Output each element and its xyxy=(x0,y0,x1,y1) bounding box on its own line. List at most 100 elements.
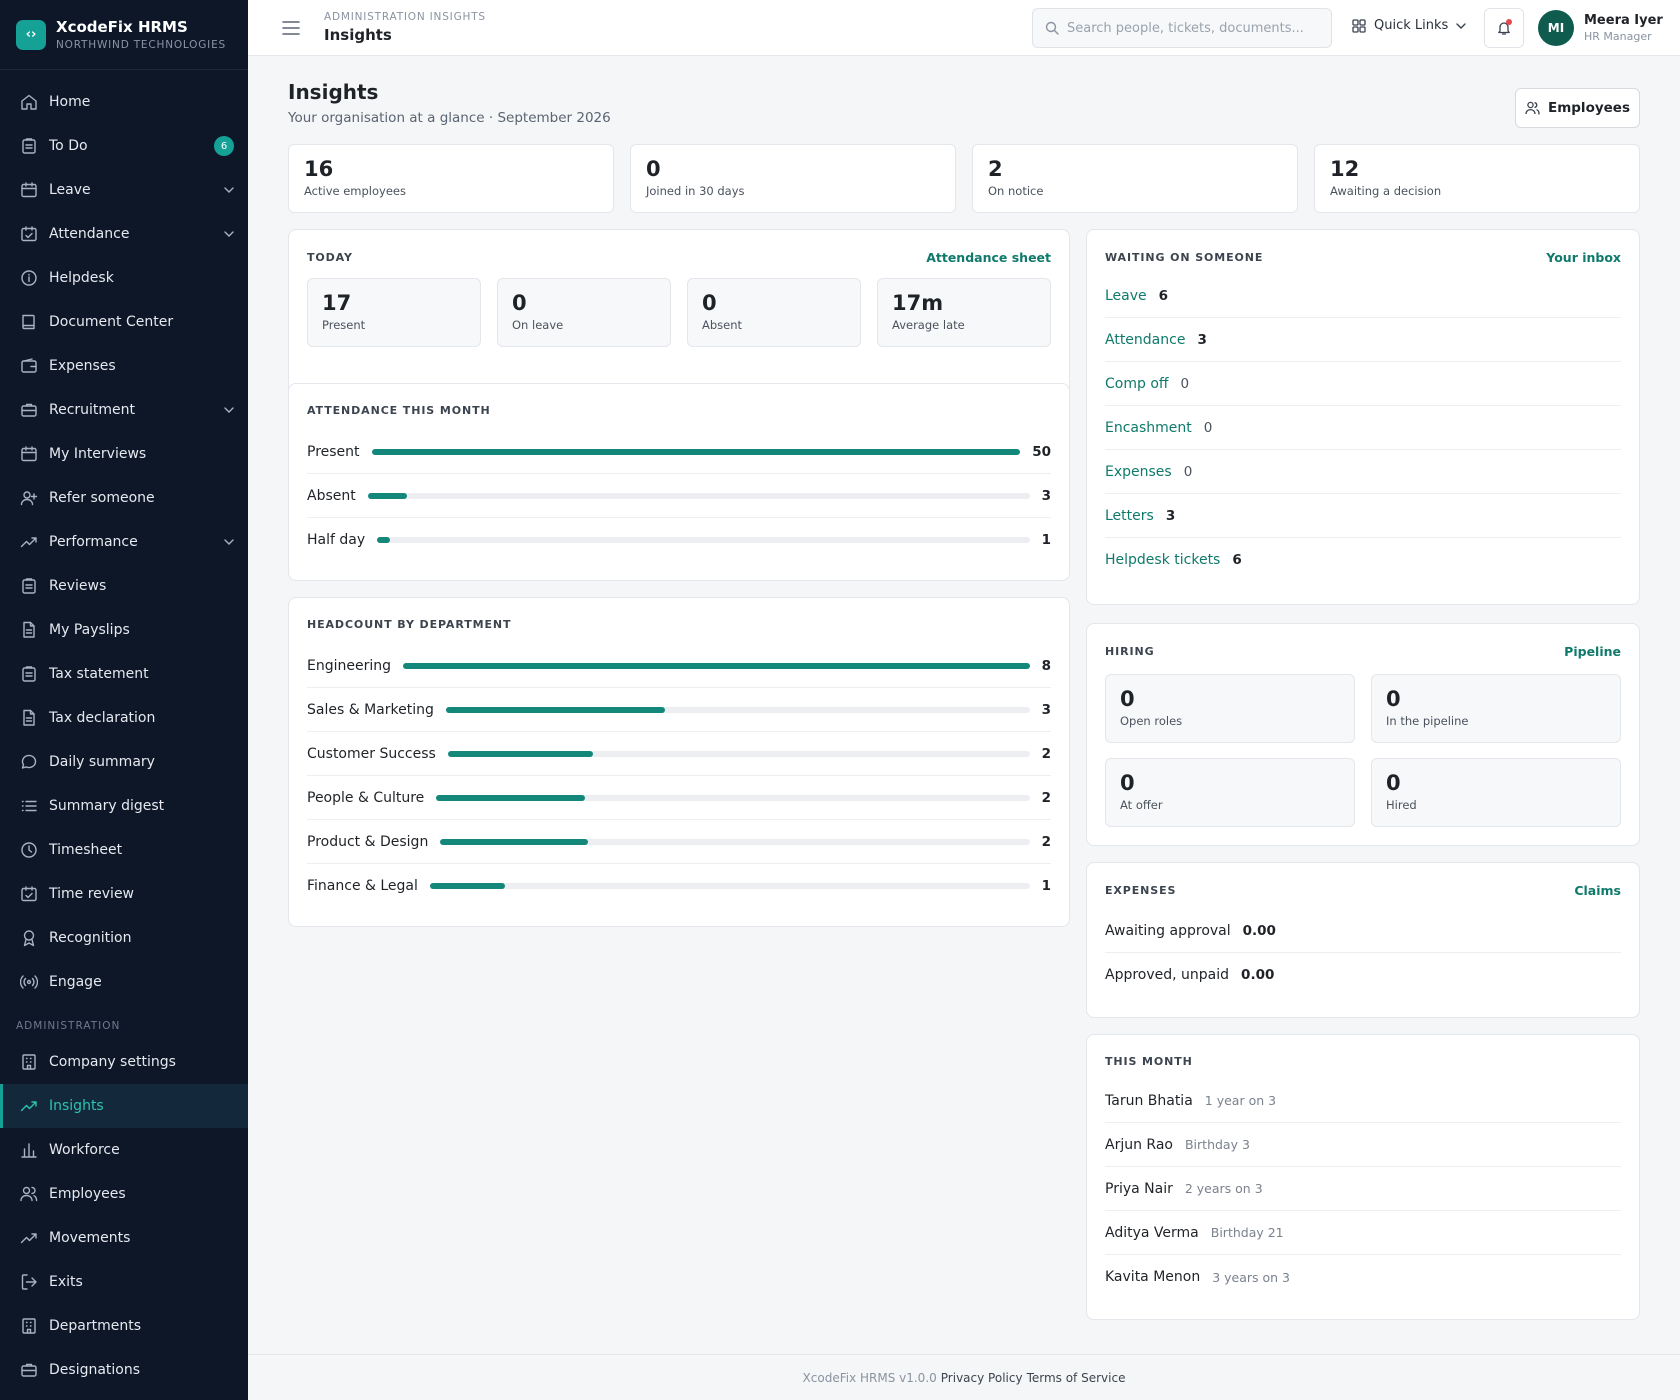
bar-label: Customer Success xyxy=(307,745,436,762)
kpi-label: Joined in 30 days xyxy=(646,184,745,198)
page-subtitle: Your organisation at a glance · Septembe… xyxy=(288,110,611,126)
sidebar-item-my-payslips[interactable]: My Payslips xyxy=(0,608,248,652)
sidebar-item-departments[interactable]: Departments xyxy=(0,1304,248,1348)
waiting-link-attendance[interactable]: Attendance xyxy=(1105,332,1185,348)
search-icon xyxy=(1045,21,1059,35)
quick-links-button[interactable]: Quick Links xyxy=(1352,18,1466,33)
sidebar-item-my-interviews[interactable]: My Interviews xyxy=(0,432,248,476)
sidebar-item-reviews[interactable]: Reviews xyxy=(0,564,248,608)
hiring-card: HIRING Pipeline 0 Open roles 0 In the pi… xyxy=(1086,623,1640,846)
calendar-icon xyxy=(20,445,38,463)
claims-link[interactable]: Claims xyxy=(1574,883,1621,898)
bar-fill xyxy=(436,794,585,801)
bar-track xyxy=(429,883,1030,889)
sidebar-item-company-settings[interactable]: Company settings xyxy=(0,1040,248,1084)
sidebar-item-label: Designations xyxy=(49,1362,141,1378)
sidebar-item-document-center[interactable]: Document Center xyxy=(0,300,248,344)
stat-label: In the pipeline xyxy=(1386,714,1469,728)
event-row: Aditya Verma Birthday 21 xyxy=(1105,1211,1621,1255)
kpi-label: On notice xyxy=(988,184,1044,198)
bar-label: Engineering xyxy=(307,657,391,674)
waiting-link-comp-off[interactable]: Comp off xyxy=(1105,376,1169,392)
attendance-sheet-link[interactable]: Attendance sheet xyxy=(926,250,1051,265)
sidebar-item-attendance[interactable]: Attendance xyxy=(0,212,248,256)
pipeline-link[interactable]: Pipeline xyxy=(1564,644,1621,659)
sidebar-item-engage[interactable]: Engage xyxy=(0,960,248,1004)
waiting-count: 3 xyxy=(1197,331,1207,348)
todo-count-badge: 6 xyxy=(214,136,234,156)
event-row: Kavita Menon 3 years on 3 xyxy=(1105,1255,1621,1299)
sidebar-item-home[interactable]: Home xyxy=(0,80,248,124)
sidebar-item-summary-digest[interactable]: Summary digest xyxy=(0,784,248,828)
sidebar-item-recognition[interactable]: Recognition xyxy=(0,916,248,960)
waiting-row-comp-off: Comp off 0 xyxy=(1105,362,1621,406)
sidebar-item-label: Engage xyxy=(49,974,102,990)
waiting-link-leave[interactable]: Leave xyxy=(1105,288,1147,304)
stat-value: 0 xyxy=(1120,771,1135,795)
sidebar-item-expenses[interactable]: Expenses xyxy=(0,344,248,388)
bar-fill xyxy=(377,537,391,543)
file-icon xyxy=(20,621,38,639)
sidebar-item-movements[interactable]: Movements xyxy=(0,1216,248,1260)
sidebar-item-exits[interactable]: Exits xyxy=(0,1260,248,1304)
sidebar-item-tax-statement[interactable]: Tax statement xyxy=(0,652,248,696)
briefcase-icon xyxy=(20,401,38,419)
notifications-button[interactable] xyxy=(1484,8,1524,48)
sidebar-item-to-do[interactable]: To Do 6 xyxy=(0,124,248,168)
chevron-down-icon[interactable] xyxy=(224,407,234,413)
sidebar-item-workforce[interactable]: Workforce xyxy=(0,1128,248,1172)
bar-value: 2 xyxy=(1041,833,1051,850)
waiting-row-attendance: Attendance 3 xyxy=(1105,318,1621,362)
waiting-row-helpdesk-tickets: Helpdesk tickets 6 xyxy=(1105,538,1621,582)
user-menu[interactable]: MI Meera Iyer HR Manager xyxy=(1538,10,1663,46)
card-title: HEADCOUNT BY DEPARTMENT xyxy=(307,618,512,631)
sidebar-item-label: Home xyxy=(49,94,91,110)
search-box[interactable] xyxy=(1032,8,1332,48)
stat-label: Open roles xyxy=(1120,714,1183,728)
sidebar-item-label: Recognition xyxy=(49,930,132,946)
sidebar-item-refer-someone[interactable]: Refer someone xyxy=(0,476,248,520)
sidebar-item-recruitment[interactable]: Recruitment xyxy=(0,388,248,432)
sidebar-item-designations[interactable]: Designations xyxy=(0,1348,248,1392)
sidebar-item-time-review[interactable]: Time review xyxy=(0,872,248,916)
chevron-down-icon[interactable] xyxy=(224,187,234,193)
this-month-card: THIS MONTH Tarun Bhatia 1 year on 3 Arjun … xyxy=(1086,1034,1640,1320)
chevron-down-icon[interactable] xyxy=(224,539,234,545)
bar-value: 50 xyxy=(1032,443,1051,460)
event-note: 3 years on 3 xyxy=(1212,1269,1291,1285)
terms-of-service-link[interactable]: Terms of Service xyxy=(1027,1371,1126,1385)
brand[interactable]: ‹› XcodeFix HRMS NORTHWIND TECHNOLOGIES xyxy=(0,0,248,70)
event-note: Birthday 3 xyxy=(1184,1137,1250,1152)
privacy-policy-link[interactable]: Privacy Policy xyxy=(941,1371,1023,1385)
event-row: Priya Nair 2 years on 3 xyxy=(1105,1167,1621,1211)
chevron-down-icon[interactable] xyxy=(224,231,234,237)
calendar-icon xyxy=(20,181,38,199)
menu-toggle-icon[interactable] xyxy=(282,20,300,35)
sidebar-item-insights[interactable]: Insights xyxy=(0,1084,248,1128)
department-row-engineering: Engineering 8 xyxy=(307,644,1051,688)
waiting-link-letters[interactable]: Letters xyxy=(1105,508,1154,524)
sidebar-item-performance[interactable]: Performance xyxy=(0,520,248,564)
expense-value: 0.00 xyxy=(1242,922,1276,939)
sidebar-item-daily-summary[interactable]: Daily summary xyxy=(0,740,248,784)
hiring-stat-at-offer: 0 At offer xyxy=(1105,758,1355,827)
waiting-link-expenses[interactable]: Expenses xyxy=(1105,464,1172,480)
sidebar-item-leave[interactable]: Leave xyxy=(0,168,248,212)
waiting-link-helpdesk-tickets[interactable]: Helpdesk tickets xyxy=(1105,552,1220,568)
bar-value: 1 xyxy=(1041,532,1051,548)
sidebar-item-timesheet[interactable]: Timesheet xyxy=(0,828,248,872)
waiting-row-letters: Letters 3 xyxy=(1105,494,1621,538)
sidebar-item-employees[interactable]: Employees xyxy=(0,1172,248,1216)
employees-button[interactable]: Employees xyxy=(1515,88,1640,128)
topbar: ADMINISTRATION INSIGHTS Insights Quick L… xyxy=(248,0,1680,56)
breadcrumb: ADMINISTRATION INSIGHTS Insights xyxy=(324,11,486,44)
waiting-link-encashment[interactable]: Encashment xyxy=(1105,420,1192,436)
bar-track xyxy=(377,537,1030,543)
sidebar-item-tax-declaration[interactable]: Tax declaration xyxy=(0,696,248,740)
bar-value: 3 xyxy=(1041,701,1051,718)
your-inbox-link[interactable]: Your inbox xyxy=(1546,250,1621,265)
search-input[interactable] xyxy=(1067,20,1317,36)
bar-track xyxy=(436,794,1030,801)
sidebar-item-helpdesk[interactable]: Helpdesk xyxy=(0,256,248,300)
trending-up-icon xyxy=(20,1229,38,1247)
